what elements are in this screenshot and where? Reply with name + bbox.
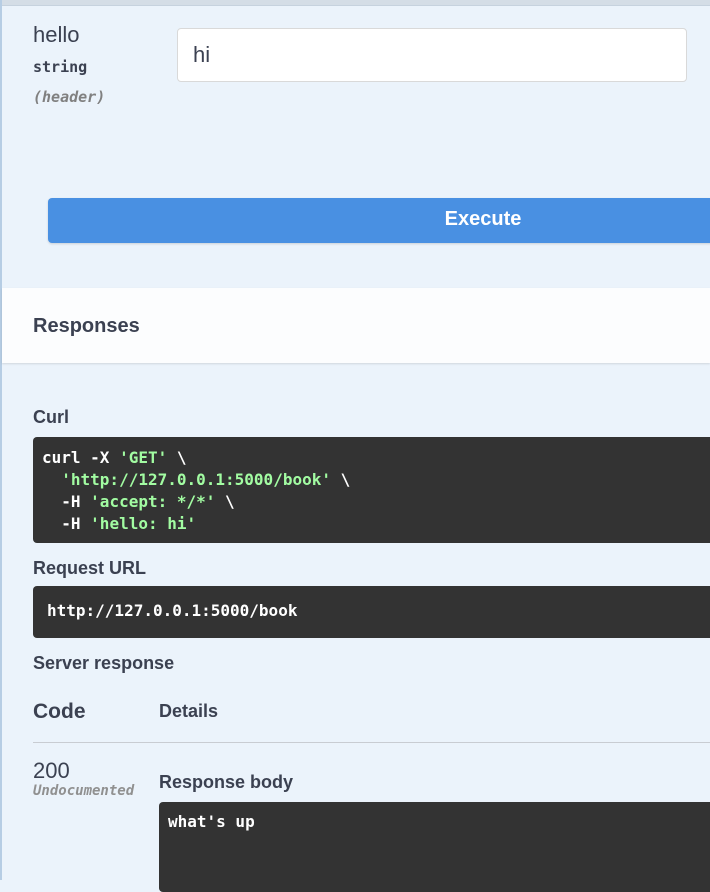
curl-label: Curl (33, 407, 69, 427)
code-column-header: Code (33, 700, 86, 723)
response-status-note: Undocumented (33, 783, 135, 799)
curl-line-3: -H 'accept: */*' \ (42, 492, 235, 511)
server-response-label: Server response (33, 653, 175, 673)
parameter-location: (header) (33, 88, 106, 106)
response-table-divider (33, 742, 710, 743)
details-column-header: Details (159, 701, 219, 721)
response-body-text: what's up (168, 812, 255, 831)
response-body-label: Response body (159, 772, 294, 792)
responses-title: Responses (33, 315, 140, 337)
top-divider (2, 0, 710, 6)
response-body-block[interactable]: what's up (159, 802, 710, 892)
responses-header: Responses (2, 288, 710, 363)
curl-command-block[interactable]: curl -X 'GET' \ 'http://127.0.0.1:5000/b… (33, 437, 710, 543)
parameter-type: string (33, 58, 88, 76)
request-url-block[interactable]: http://127.0.0.1:5000/book (33, 586, 710, 638)
parameter-value-input[interactable] (177, 28, 687, 82)
curl-line-1: curl -X 'GET' \ (42, 448, 187, 467)
response-status-code: 200 (33, 758, 70, 783)
execute-button[interactable]: Execute (48, 198, 710, 243)
parameter-name: hello (33, 22, 80, 47)
left-border (0, 0, 2, 880)
execute-button-label: Execute (444, 208, 522, 230)
curl-line-4: -H 'hello: hi' (42, 514, 197, 533)
request-url-label: Request URL (33, 558, 147, 578)
request-url-value: http://127.0.0.1:5000/book (47, 601, 298, 620)
curl-line-2: 'http://127.0.0.1:5000/book' \ (61, 470, 351, 489)
